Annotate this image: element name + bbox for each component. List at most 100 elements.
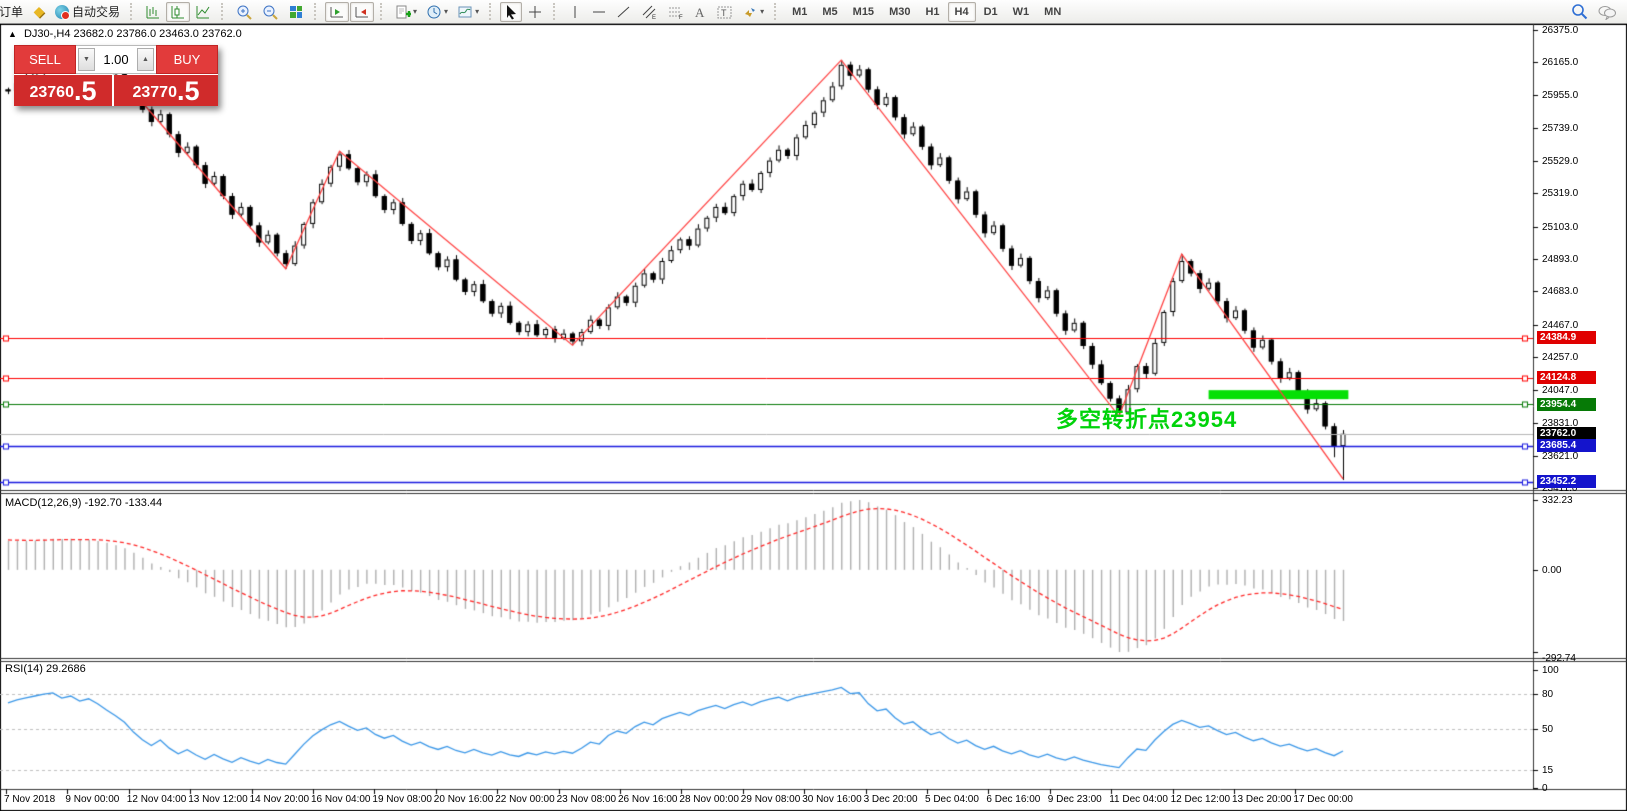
zoom-in-button[interactable] [232, 2, 257, 22]
trendline-icon [616, 4, 632, 20]
horizontal-line-tool[interactable] [587, 2, 611, 22]
time-axis-label: 9 Nov 00:00 [65, 794, 119, 805]
indicators-button[interactable]: ▾ [391, 2, 421, 22]
new-order-label: 订单 [0, 3, 23, 20]
dropdown-arrow-icon: ▾ [413, 7, 417, 16]
rsi-axis-label: 50 [1542, 724, 1553, 735]
price-tick-label: 24047.0 [1542, 385, 1578, 396]
time-axis-label: 29 Nov 08:00 [741, 794, 801, 805]
text-tool[interactable]: A [689, 2, 711, 22]
mt4-terminal: { "toolbar": { "order_label": "订单", "aut… [0, 0, 1627, 811]
new-order-button[interactable]: 订单 [0, 2, 27, 22]
pivot-annotation[interactable]: 多空转折点23954 [1056, 402, 1237, 434]
macd-axis-zero: 0.00 [1542, 565, 1561, 576]
auto-scroll-button[interactable] [325, 2, 349, 22]
chart-canvas[interactable] [0, 24, 1627, 811]
timeframe-h1[interactable]: H1 [918, 2, 946, 22]
time-axis-label: 9 Dec 23:00 [1048, 794, 1102, 805]
trendline-tool[interactable] [612, 2, 636, 22]
equidistant-channel-tool[interactable]: E [637, 2, 662, 22]
time-axis-label: 16 Nov 04:00 [311, 794, 371, 805]
timeframe-d1[interactable]: D1 [977, 2, 1005, 22]
zoom-out-icon [262, 4, 279, 20]
macd-axis-min: -292.74 [1542, 653, 1576, 664]
text-label-tool[interactable]: T [712, 2, 737, 22]
time-axis-label: 5 Dec 04:00 [925, 794, 979, 805]
cursor-button[interactable] [500, 2, 522, 22]
periods-button[interactable]: ▾ [422, 2, 452, 22]
price-level-badge: 23452.2 [1537, 475, 1596, 488]
timeframe-m15[interactable]: M15 [846, 2, 881, 22]
time-axis[interactable]: 7 Nov 20189 Nov 00:0012 Nov 04:0013 Nov … [0, 792, 1533, 811]
price-tick-label: 25739.0 [1542, 123, 1578, 134]
line-chart-icon [195, 4, 211, 20]
price-level-badge: 23685.4 [1537, 439, 1596, 452]
toolbar-separator [314, 3, 320, 20]
zoom-out-button[interactable] [258, 2, 283, 22]
price-tick-label: 26375.0 [1542, 25, 1578, 36]
timeframe-w1[interactable]: W1 [1006, 2, 1037, 22]
timeframe-m1[interactable]: M1 [785, 2, 814, 22]
price-tick-label: 26165.0 [1542, 57, 1578, 68]
templates-button[interactable]: ▾ [453, 2, 483, 22]
price-level-badge: 24384.9 [1537, 331, 1596, 344]
sell-price-main: 23760 [29, 80, 74, 106]
volume-decrease-button[interactable]: ▼ [78, 48, 95, 71]
bar-chart-button[interactable] [141, 2, 165, 22]
chart-shift-icon [354, 4, 370, 20]
rsi-axis-label: 80 [1542, 689, 1553, 700]
price-axis[interactable]: 26375.026165.025955.025739.025529.025319… [1534, 24, 1627, 811]
dropdown-arrow-icon: ▾ [760, 7, 764, 16]
price-tick-label: 25529.0 [1542, 156, 1578, 167]
collapse-ohlc-icon[interactable]: ▲ [8, 29, 17, 39]
buy-price-main: 23770 [132, 80, 177, 106]
svg-text:A: A [695, 5, 705, 20]
time-axis-label: 23 Nov 08:00 [557, 794, 617, 805]
autotrading-label: 自动交易 [72, 3, 120, 20]
tile-windows-button[interactable] [284, 2, 308, 22]
candlestick-chart-button[interactable] [166, 2, 190, 22]
search-button[interactable] [1567, 2, 1592, 22]
text-a-icon: A [693, 4, 707, 20]
macd-label: MACD(12,26,9) -192.70 -133.44 [5, 497, 162, 509]
timeframe-m30[interactable]: M30 [882, 2, 917, 22]
volume-value[interactable]: 1.00 [97, 46, 135, 73]
volume-increase-button[interactable]: ▲ [137, 48, 154, 71]
dropdown-arrow-icon: ▾ [475, 7, 479, 16]
toolbar-separator [130, 3, 136, 20]
vertical-line-tool[interactable] [564, 2, 586, 22]
price-tick-label: 25955.0 [1542, 90, 1578, 101]
template-icon [457, 4, 473, 20]
crosshair-button[interactable] [523, 2, 547, 22]
gold-icon[interactable]: ◆ [28, 2, 50, 22]
toolbar-separator [553, 3, 559, 20]
price-tick-label: 23621.0 [1542, 451, 1578, 462]
timeframe-m5[interactable]: M5 [815, 2, 844, 22]
line-chart-button[interactable] [191, 2, 215, 22]
fibonacci-tool[interactable]: F [663, 2, 688, 22]
vertical-line-icon [569, 4, 581, 20]
clock-icon [426, 4, 442, 20]
crosshair-icon [527, 4, 543, 20]
svg-text:F: F [679, 15, 683, 20]
chart-symbol-period: DJ30-,H4 [24, 28, 70, 40]
toolbar-separator [221, 3, 227, 20]
chart-shift-button[interactable] [350, 2, 374, 22]
sell-button[interactable]: SELL [14, 45, 76, 74]
timeframe-h4[interactable]: H4 [948, 2, 976, 22]
timeframe-mn[interactable]: MN [1037, 2, 1068, 22]
svg-text:E: E [652, 15, 656, 20]
chart-title: ▲ DJ30-,H4 23682.0 23786.0 23463.0 23762… [8, 28, 242, 40]
text-label-icon: T [716, 4, 733, 20]
price-tick-label: 24893.0 [1542, 254, 1578, 265]
arrows-tool[interactable]: ▾ [738, 2, 768, 22]
sell-price[interactable]: 23760 .5 [14, 75, 112, 106]
autotrading-button[interactable]: 自动交易 [51, 2, 124, 22]
buy-price[interactable]: 23770 .5 [114, 75, 218, 106]
time-axis-label: 28 Nov 00:00 [679, 794, 739, 805]
time-axis-label: 14 Nov 20:00 [250, 794, 310, 805]
chat-button[interactable] [1593, 2, 1621, 22]
buy-button[interactable]: BUY [156, 45, 218, 74]
volume-stepper: ▼ 1.00 ▲ [76, 45, 156, 74]
price-level-badge: 23954.4 [1537, 398, 1596, 411]
